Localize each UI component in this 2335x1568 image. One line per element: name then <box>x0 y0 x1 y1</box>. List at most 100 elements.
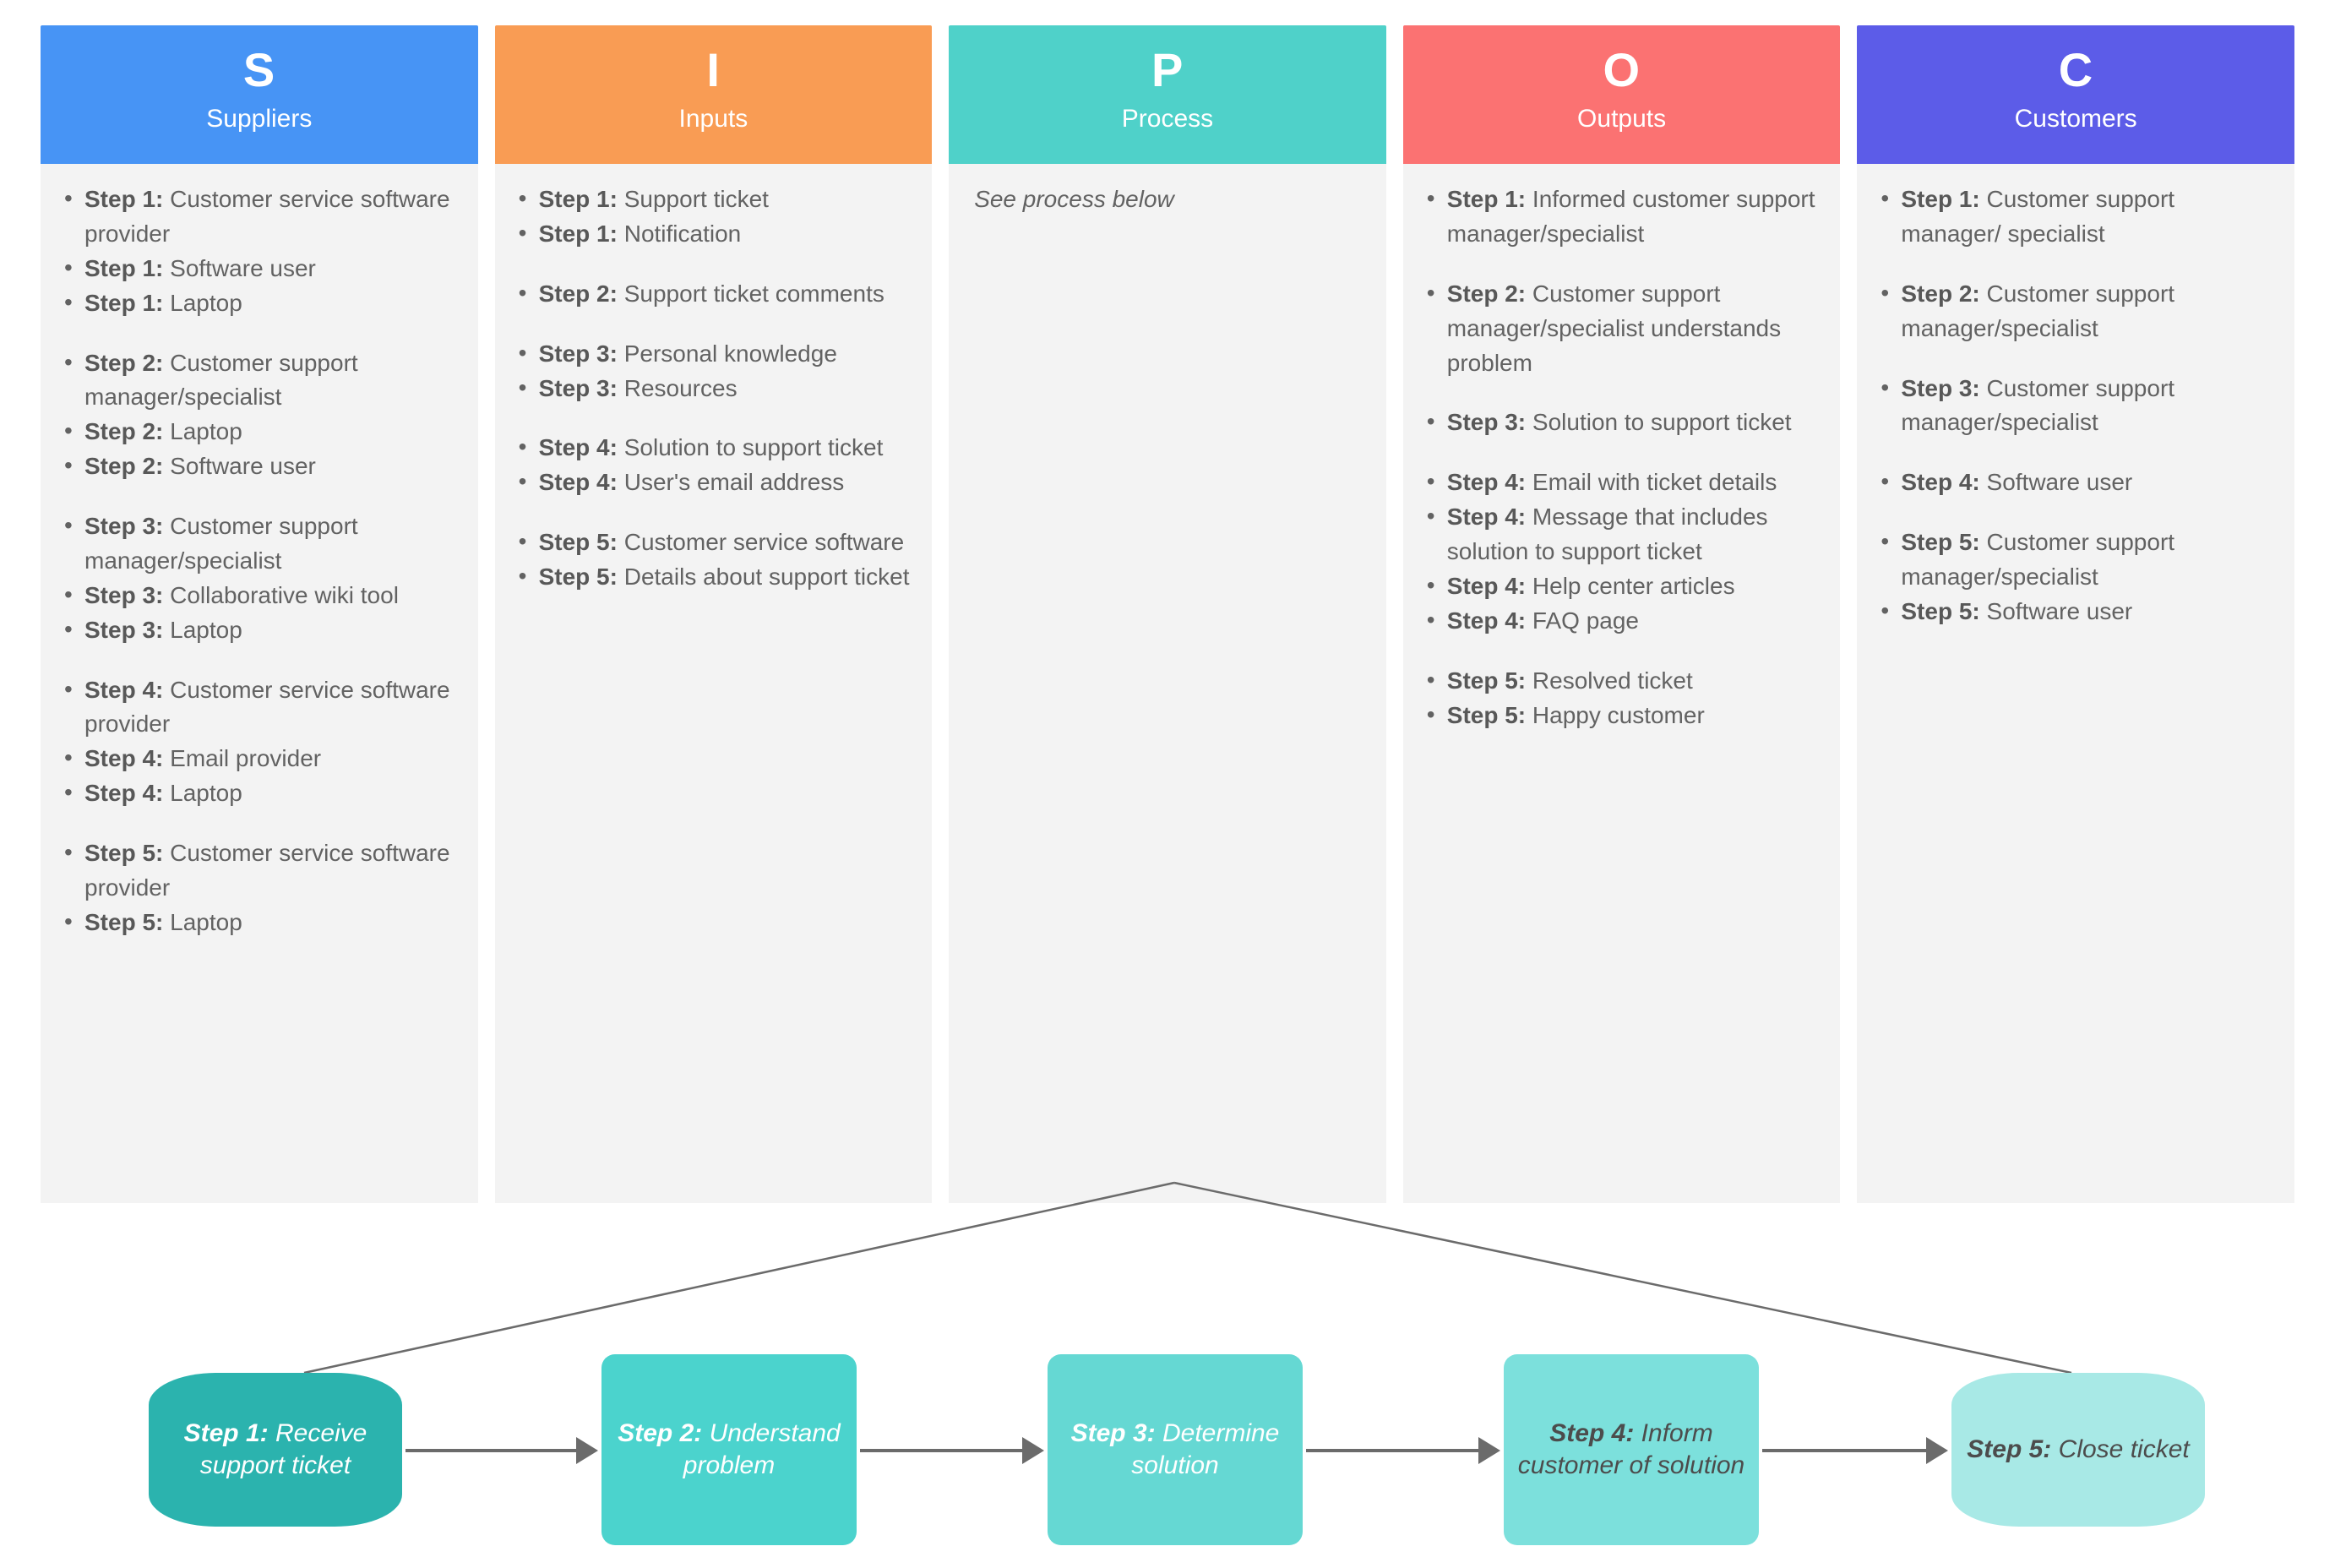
step-text: Resources <box>617 374 738 401</box>
step-text: Collaborative wiki tool <box>163 581 399 608</box>
column-letter: P <box>1151 43 1184 96</box>
column-letter: S <box>242 43 275 96</box>
list-item: Step 3: Resources <box>517 371 911 406</box>
flow-arrowhead-2 <box>1022 1437 1044 1464</box>
column-header-process: P Process <box>949 25 1386 164</box>
step-text: Software user <box>1979 469 2133 496</box>
step-text: Resolved ticket <box>1526 667 1693 694</box>
step-text: Customer service software <box>617 529 905 556</box>
list-item: Step 4: Customer service software provid… <box>63 672 456 743</box>
list-spacer <box>63 484 456 509</box>
step-text: Laptop <box>163 616 242 643</box>
step-text: User's email address <box>617 469 845 496</box>
column-letter: I <box>706 43 721 96</box>
column-letter: C <box>2058 43 2093 96</box>
list-spacer <box>1879 252 2272 277</box>
step-text: FAQ page <box>1526 607 1640 634</box>
step-label: Step 2: <box>84 418 164 445</box>
step-label: Step 4: <box>1446 572 1527 599</box>
column-title: Outputs <box>1577 104 1667 133</box>
list-item: Step 5: Customer service software <box>517 525 911 560</box>
list-item: Step 5: Details about support ticket <box>517 559 911 595</box>
step-label: Step 4: <box>1446 607 1527 634</box>
column-title: Suppliers <box>206 104 313 133</box>
column-title: Inputs <box>678 104 748 133</box>
step-text: Software user <box>163 254 316 281</box>
list-spacer <box>1425 252 1819 277</box>
step-label: Step 5: <box>84 908 164 935</box>
step-text: Support ticket <box>617 186 769 212</box>
step-label: Step 3: <box>84 581 164 608</box>
list-item: Step 5: Happy customer <box>1425 698 1819 733</box>
list-item: Step 5: Customer support manager/special… <box>1879 525 2272 595</box>
list-item: Step 4: User's email address <box>517 465 911 500</box>
process-connector-line-1 <box>303 1181 1175 1375</box>
step-label: Step 5: <box>1446 701 1527 728</box>
step-label: Step 5: <box>1446 667 1527 694</box>
flow-arrowhead-1 <box>576 1437 598 1464</box>
list-item: Step 2: Customer support manager/special… <box>63 346 456 416</box>
step-text: Laptop <box>163 780 242 807</box>
list-item: Step 4: Solution to support ticket <box>517 430 911 466</box>
list-item: Step 4: Email provider <box>63 741 456 776</box>
step-label: Step 4: <box>538 469 618 496</box>
list-item: Step 4: Software user <box>1879 465 2272 500</box>
step-text: Email provider <box>163 745 322 772</box>
list-spacer <box>517 500 911 525</box>
sipoc-column-process: P Process See process below <box>949 25 1386 1203</box>
sipoc-column-inputs: I Inputs Step 1: Support ticketStep 1: Not… <box>494 25 933 1203</box>
list-spacer <box>1879 500 2272 525</box>
column-title: Process <box>1121 104 1214 133</box>
flow-node-step-3[interactable]: Step 3: Determine solution <box>1048 1354 1303 1545</box>
list-spacer <box>63 648 456 673</box>
step-label: Step 1: <box>84 254 164 281</box>
flow-node-step-2[interactable]: Step 2: Understand problem <box>601 1354 857 1545</box>
step-list: Step 1: Customer service software provid… <box>63 182 456 940</box>
step-label: Step 1: <box>1446 186 1527 212</box>
flow-node-step-4[interactable]: Step 4: Inform customer of solution <box>1504 1354 1759 1545</box>
sipoc-column-outputs: O Outputs Step 1: Informed customer suppor… <box>1402 25 1841 1203</box>
list-item: Step 1: Customer service software provid… <box>63 182 456 252</box>
step-label: Step 5: <box>1901 529 1980 556</box>
list-item: Step 4: Help center articles <box>1425 569 1819 604</box>
step-label: Step 1: <box>1901 186 1980 212</box>
step-list: Step 1: Informed customer support manage… <box>1425 182 1819 732</box>
list-item: Step 4: FAQ page <box>1425 603 1819 639</box>
step-label: Step 2: <box>538 280 618 307</box>
step-label: Step 1: <box>84 186 164 212</box>
flow-arrow-3-to-4 <box>1306 1449 1480 1452</box>
flow-node-text: Close ticket <box>2058 1435 2190 1463</box>
step-text: Software user <box>1979 597 2133 624</box>
list-item: Step 3: Laptop <box>63 612 456 648</box>
list-item: Step 2: Laptop <box>63 414 456 449</box>
list-item: Step 2: Support ticket comments <box>517 276 911 312</box>
step-text: Help center articles <box>1526 572 1735 599</box>
list-item: Step 1: Notification <box>517 216 911 252</box>
flow-node-label: Step 2: <box>618 1418 703 1447</box>
column-header-suppliers: S Suppliers <box>41 25 478 164</box>
column-letter: O <box>1603 43 1641 96</box>
list-item: Step 2: Customer support manager/special… <box>1879 276 2272 346</box>
flow-arrowhead-3 <box>1478 1437 1500 1464</box>
column-body-suppliers: Step 1: Customer service software provid… <box>41 164 478 1203</box>
step-text: Details about support ticket <box>617 564 910 590</box>
column-body-outputs: Step 1: Informed customer support manage… <box>1402 164 1841 1203</box>
flow-node-step-1[interactable]: Step 1: Receive support ticket <box>149 1373 402 1527</box>
sipoc-column-suppliers: S Suppliers Step 1: Customer service softw… <box>41 25 478 1203</box>
flow-arrowhead-4 <box>1926 1437 1948 1464</box>
step-label: Step 3: <box>538 374 618 401</box>
step-text: Solution to support ticket <box>1526 409 1792 436</box>
step-label: Step 5: <box>84 840 164 866</box>
step-label: Step 4: <box>1446 469 1527 496</box>
flow-node-step-5[interactable]: Step 5: Close ticket <box>1951 1373 2205 1527</box>
step-label: Step 3: <box>84 616 164 643</box>
list-spacer <box>1425 440 1819 466</box>
list-spacer <box>1879 440 2272 466</box>
step-label: Step 5: <box>538 529 618 556</box>
list-spacer <box>63 321 456 346</box>
list-item: Step 2: Customer support manager/special… <box>1425 276 1819 381</box>
flow-arrow-1-to-2 <box>405 1449 578 1452</box>
step-list: Step 1: Support ticketStep 1: Notificati… <box>517 182 911 595</box>
list-item: Step 1: Support ticket <box>517 182 911 217</box>
step-text: Laptop <box>163 418 242 445</box>
